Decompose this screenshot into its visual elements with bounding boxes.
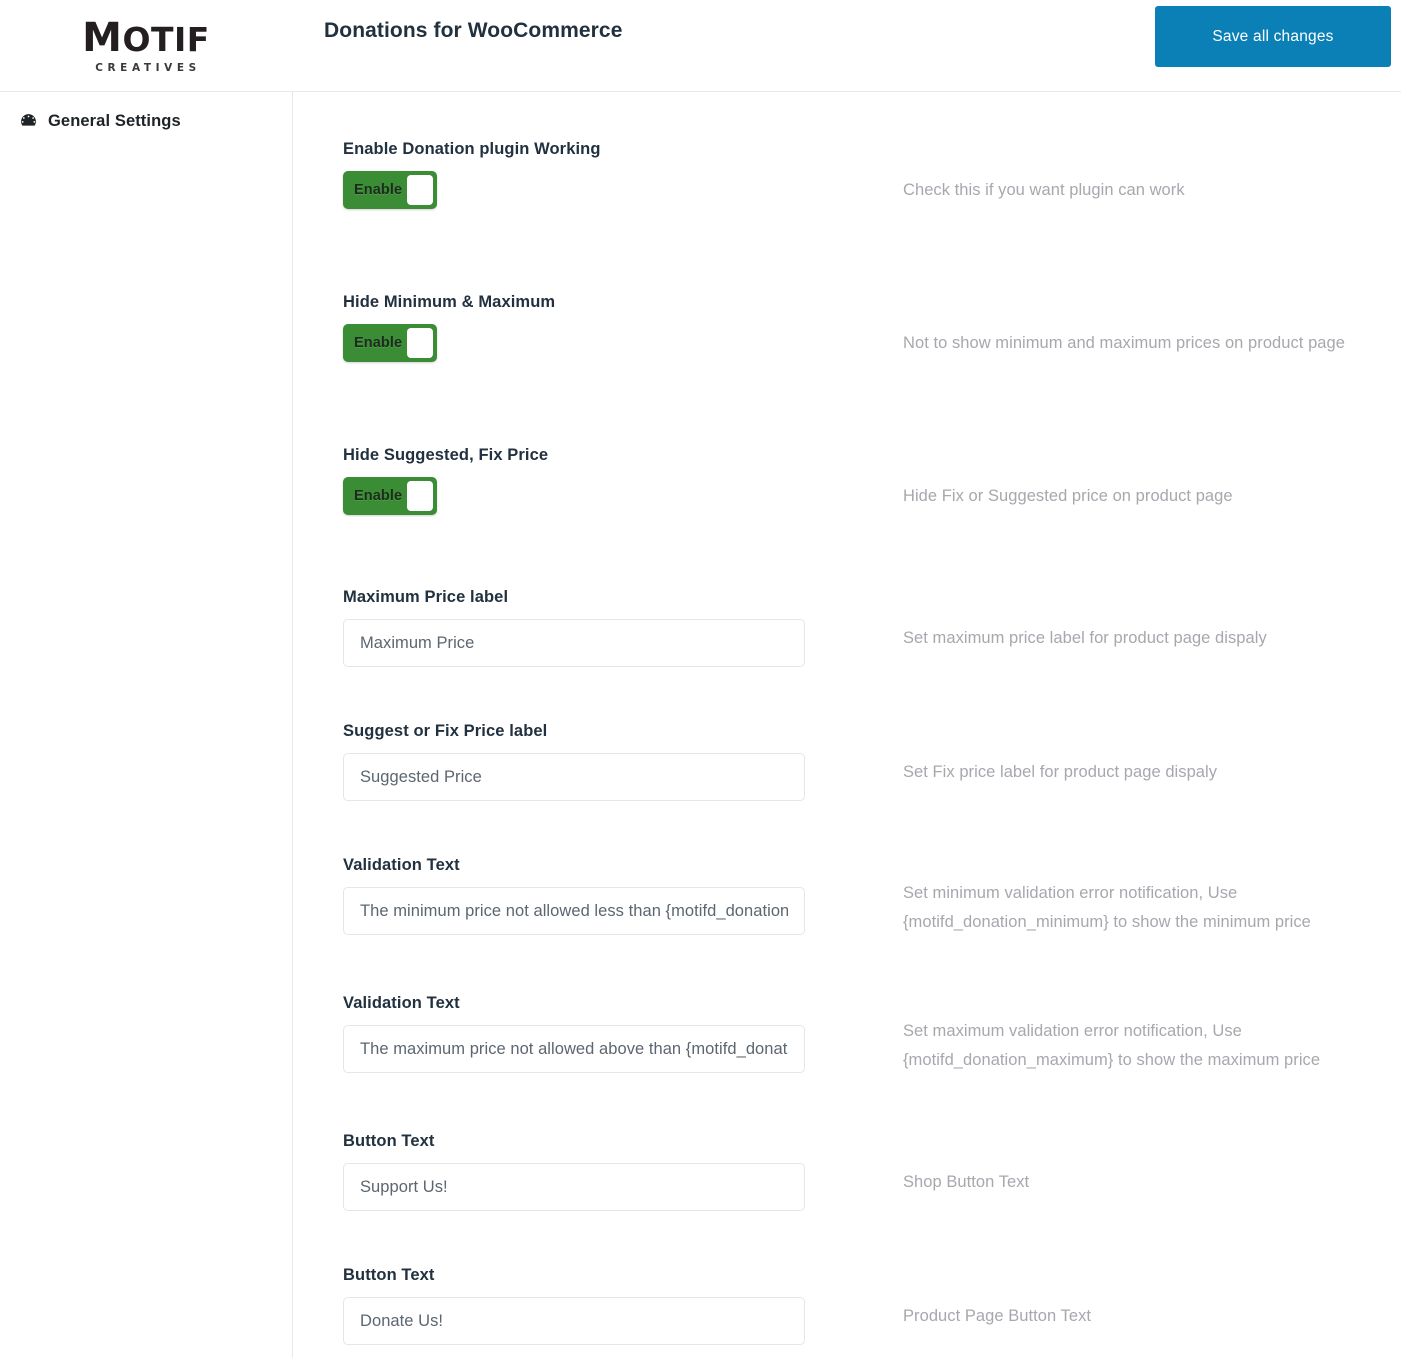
enable-toggle[interactable]: Enable — [343, 324, 437, 362]
brand-tagline: CREATIVES — [95, 61, 201, 74]
setting-label: Button Text — [343, 1132, 435, 1150]
setting-field: Enable Donation plugin Working Enable — [343, 140, 813, 214]
setting-help: Not to show minimum and maximum prices o… — [903, 334, 1345, 352]
toggle-knob — [407, 328, 433, 358]
setting-help: Shop Button Text — [903, 1173, 1030, 1191]
toggle-label: Enable — [354, 182, 403, 198]
maximum-price-label-input[interactable] — [343, 619, 805, 667]
setting-field: Validation Text — [343, 994, 813, 1073]
brand-name: MOTIF — [82, 18, 210, 58]
setting-field: Maximum Price label — [343, 588, 813, 667]
setting-label: Hide Minimum & Maximum — [343, 293, 556, 311]
setting-help: Set maximum validation error notificatio… — [903, 1022, 1321, 1070]
setting-field: Button Text — [343, 1132, 813, 1211]
setting-field: Button Text — [343, 1266, 813, 1345]
setting-field: Hide Suggested, Fix Price Enable — [343, 446, 813, 520]
setting-label: Validation Text — [343, 994, 460, 1012]
setting-help: Set minimum validation error notificatio… — [903, 884, 1311, 932]
plugin-settings-page: MOTIF CREATIVES Donations for WooCommerc… — [0, 0, 1401, 1358]
toggle-label: Enable — [354, 335, 403, 351]
enable-toggle[interactable]: Enable — [343, 477, 437, 515]
setting-field: Hide Minimum & Maximum Enable — [343, 293, 813, 367]
dashboard-gauge-icon — [18, 111, 39, 132]
maximum-validation-text-input[interactable] — [343, 1025, 805, 1073]
page-title: Donations for WooCommerce — [324, 19, 623, 42]
brand-name-lead: M — [82, 14, 123, 61]
minimum-validation-text-input[interactable] — [343, 887, 805, 935]
brand-name-rest: OTIF — [122, 19, 210, 59]
save-all-changes-button[interactable]: Save all changes — [1155, 6, 1391, 67]
setting-label: Maximum Price label — [343, 588, 509, 606]
brand-logo: MOTIF CREATIVES — [0, 0, 292, 91]
page-header: MOTIF CREATIVES Donations for WooCommerc… — [0, 0, 1401, 92]
setting-field: Suggest or Fix Price label — [343, 722, 813, 801]
suggest-fix-price-label-input[interactable] — [343, 753, 805, 801]
setting-help: Hide Fix or Suggested price on product p… — [903, 487, 1233, 505]
toggle-knob — [407, 481, 433, 511]
sidebar: General Settings — [0, 92, 292, 1358]
setting-label: Validation Text — [343, 856, 460, 874]
enable-toggle[interactable]: Enable — [343, 171, 437, 209]
product-page-button-text-input[interactable] — [343, 1297, 805, 1345]
setting-help: Set Fix price label for product page dis… — [903, 763, 1218, 781]
sidebar-item-general-settings[interactable]: General Settings — [0, 92, 292, 132]
setting-label: Hide Suggested, Fix Price — [343, 446, 549, 464]
setting-label: Button Text — [343, 1266, 435, 1284]
setting-help: Product Page Button Text — [903, 1307, 1092, 1325]
sidebar-item-label: General Settings — [48, 112, 181, 130]
toggle-label: Enable — [354, 488, 403, 504]
setting-label: Enable Donation plugin Working — [343, 140, 601, 158]
toggle-knob — [407, 175, 433, 205]
setting-field: Validation Text — [343, 856, 813, 935]
setting-label: Suggest or Fix Price label — [343, 722, 548, 740]
shop-button-text-input[interactable] — [343, 1163, 805, 1211]
settings-main: Enable Donation plugin Working Enable Ch… — [293, 92, 1401, 1358]
setting-help: Set maximum price label for product page… — [903, 629, 1267, 647]
setting-help: Check this if you want plugin can work — [903, 181, 1185, 199]
